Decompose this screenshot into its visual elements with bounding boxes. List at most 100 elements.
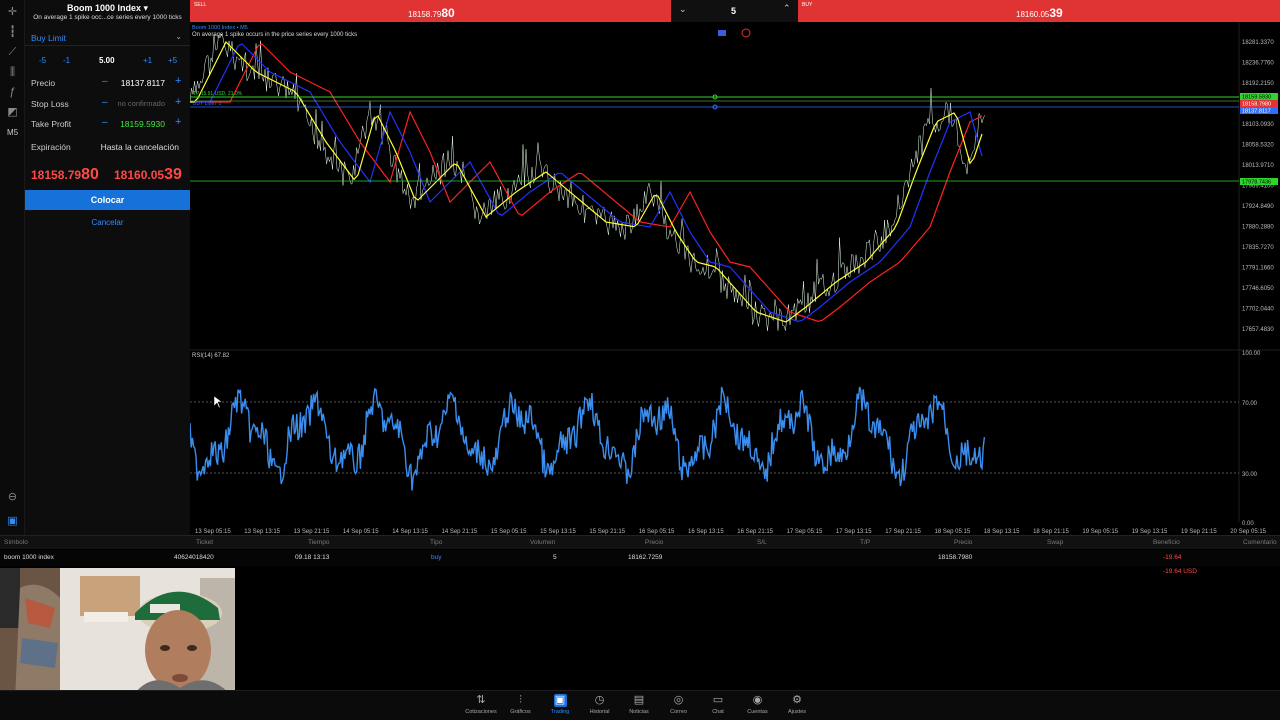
rsi-tick-label: 100.00 bbox=[1242, 351, 1261, 357]
price-tick-label: 18192.2150 bbox=[1242, 81, 1274, 87]
stop-loss-minus-button[interactable]: – bbox=[102, 97, 108, 108]
quick-volume[interactable]: 5 bbox=[731, 6, 736, 16]
stop-loss-plus-button[interactable]: + bbox=[175, 96, 181, 108]
symbol-title[interactable]: Boom 1000 Index ▾ bbox=[25, 3, 190, 14]
buy-price: 18160.0539 bbox=[1016, 6, 1063, 20]
take-profit-input[interactable]: 18159.5930 bbox=[111, 119, 165, 129]
order-type-select[interactable]: Buy Limit ⌄ bbox=[25, 29, 190, 46]
volume-plus-1[interactable]: +1 bbox=[143, 56, 152, 68]
function-icon[interactable]: ƒ bbox=[6, 86, 19, 99]
column-header[interactable]: Símbolo bbox=[4, 539, 28, 546]
price-input[interactable]: 18137.8117 bbox=[111, 78, 165, 88]
trade-panel-icon[interactable]: ▣ bbox=[6, 515, 19, 528]
nav-item-history[interactable]: ◷ Historial bbox=[580, 694, 620, 715]
nav-item-trading[interactable]: ▣ Trading bbox=[540, 694, 580, 715]
price-tick-label: 17880.2880 bbox=[1242, 225, 1274, 231]
column-header[interactable]: Tiempo bbox=[308, 539, 329, 546]
nav-item-news[interactable]: ▤ Noticias bbox=[619, 694, 659, 715]
candles-icon[interactable]: ┇ bbox=[6, 26, 19, 39]
flag-icon[interactable] bbox=[718, 30, 726, 36]
limit-line-label: BUY LIMIT 5 bbox=[193, 101, 222, 107]
price-row: Precio – 18137.8117 + bbox=[25, 74, 190, 92]
nav-item-mail[interactable]: ◎ Correo bbox=[659, 694, 699, 715]
volume-bar: ⌄ 5 ⌃ bbox=[671, 0, 798, 22]
column-header[interactable]: Volumen bbox=[530, 539, 555, 546]
column-header[interactable]: T/P bbox=[860, 539, 870, 546]
table-cell: -19.64 bbox=[1163, 554, 1182, 561]
order-panel: Boom 1000 Index ▾ On average 1 spike occ… bbox=[25, 0, 190, 535]
nav-item-chat[interactable]: ▭ Chat bbox=[698, 694, 738, 715]
take-profit-minus-button[interactable]: – bbox=[102, 117, 108, 128]
shapes-icon[interactable]: ◩ bbox=[6, 106, 19, 119]
place-order-button[interactable]: Colocar bbox=[25, 190, 190, 210]
sell-button[interactable]: SELL 18158.7980 bbox=[190, 0, 671, 22]
expiration-value[interactable]: Hasta la cancelación bbox=[95, 142, 179, 152]
column-header[interactable]: Tipo bbox=[430, 539, 442, 546]
table-cell: 5 bbox=[553, 554, 557, 561]
column-header[interactable]: Beneficio bbox=[1153, 539, 1180, 546]
stop-loss-input[interactable]: no confirmado bbox=[111, 99, 165, 108]
table-row[interactable]: boom 1000 index 4062401842​0 09.18 13:13 bu… bbox=[0, 550, 1280, 566]
accounts-icon: ◉ bbox=[752, 694, 763, 706]
news-icon: ▤ bbox=[633, 694, 645, 706]
order-type-value: Buy Limit bbox=[31, 33, 66, 43]
chart-subtitle: On average 1 spike occurs in the price s… bbox=[192, 32, 357, 38]
column-header[interactable]: Ticket bbox=[196, 539, 213, 546]
column-header[interactable]: Precio bbox=[954, 539, 972, 546]
price-chart[interactable]: Boom 1000 Index • M5 On average 1 spike … bbox=[190, 22, 1280, 535]
chevron-down-icon[interactable]: ⌄ bbox=[679, 4, 687, 15]
rsi-tick-label: 30.00 bbox=[1242, 472, 1258, 478]
cancel-button[interactable]: Cancelar bbox=[25, 218, 190, 227]
volume-input[interactable]: 5.00 bbox=[99, 56, 115, 68]
price-axis: 18281.337018236.776018192.215018147.6540… bbox=[1242, 40, 1274, 333]
trading-icon: ▣ bbox=[553, 694, 567, 707]
sell-tag: SELL bbox=[194, 2, 207, 8]
line-chart-icon[interactable]: ⟋ bbox=[6, 46, 19, 59]
column-header[interactable]: Swap bbox=[1047, 539, 1063, 546]
table-cell: boom 1000 index bbox=[4, 554, 54, 561]
indicators-icon[interactable]: ⫼ bbox=[6, 66, 19, 79]
table-cell: 18162.7259 bbox=[628, 554, 663, 561]
price-tick-label: 18103.0930 bbox=[1242, 122, 1274, 128]
nav-label: Ajustes bbox=[787, 709, 807, 715]
price-tick-label: 18281.3370 bbox=[1242, 40, 1274, 46]
table-cell: 09.18 13:13 bbox=[295, 554, 330, 561]
take-profit-plus-button[interactable]: + bbox=[175, 116, 181, 128]
nav-item-settings[interactable]: ⚙ Ajustes bbox=[777, 694, 817, 715]
volume-minus-5[interactable]: -5 bbox=[39, 56, 46, 68]
limit-price-tag: 18137.8117 bbox=[1242, 109, 1271, 115]
mail-icon: ◎ bbox=[673, 694, 684, 706]
price-tick-label: 18013.9710 bbox=[1242, 163, 1274, 169]
crosshair-icon[interactable]: ✛ bbox=[6, 6, 19, 19]
chevron-up-icon[interactable]: ⌃ bbox=[783, 3, 791, 14]
quote-display: 18158.7980 18160.0539 bbox=[25, 162, 190, 188]
price-minus-button[interactable]: – bbox=[102, 76, 108, 87]
take-profit-row: Take Profit – 18159.5930 + bbox=[25, 115, 190, 133]
price-label: Precio bbox=[31, 78, 56, 88]
nav-item-charts[interactable]: ⫶ Gráficos bbox=[501, 694, 541, 715]
entry-price-tag: 17978.7436 bbox=[1242, 180, 1271, 186]
column-header[interactable]: Comentario bbox=[1243, 539, 1277, 546]
nav-label: Chat bbox=[712, 709, 724, 715]
volume-plus-5[interactable]: +5 bbox=[168, 56, 177, 68]
rsi-label: RSI(14) 67.82 bbox=[192, 353, 230, 359]
price-plus-button[interactable]: + bbox=[175, 75, 181, 87]
table-cell: 4062401842​0 bbox=[174, 554, 214, 561]
left-toolbar: ✛ ┇ ⟋ ⫼ ƒ ◩ M5 ⊖ ▣ bbox=[0, 0, 25, 535]
total-profit: -19.64 USD bbox=[1163, 568, 1197, 575]
charts-icon: ⫶ bbox=[519, 694, 522, 706]
nav-item-quotes[interactable]: ⇅ Cotizaciones bbox=[461, 694, 501, 715]
ask-price: 18160.0539 bbox=[114, 166, 182, 183]
nav-item-accounts[interactable]: ◉ Cuentas bbox=[738, 694, 778, 715]
nav-label: Gráficos bbox=[510, 709, 531, 715]
zoom-icon[interactable]: ⊖ bbox=[6, 491, 19, 504]
column-header[interactable]: Precio bbox=[645, 539, 663, 546]
buy-button[interactable]: BUY 18160.0539 bbox=[798, 0, 1280, 22]
column-header[interactable]: S/L bbox=[757, 539, 767, 546]
volume-minus-1[interactable]: -1 bbox=[63, 56, 70, 68]
sell-price: 18158.7980 bbox=[408, 6, 455, 20]
expiration-row[interactable]: Expiración Hasta la cancelación bbox=[25, 138, 190, 156]
bid-price: 18158.7980 bbox=[31, 166, 99, 183]
timeframe-icon[interactable]: M5 bbox=[6, 126, 19, 139]
price-tick-label: 17835.7270 bbox=[1242, 245, 1274, 251]
